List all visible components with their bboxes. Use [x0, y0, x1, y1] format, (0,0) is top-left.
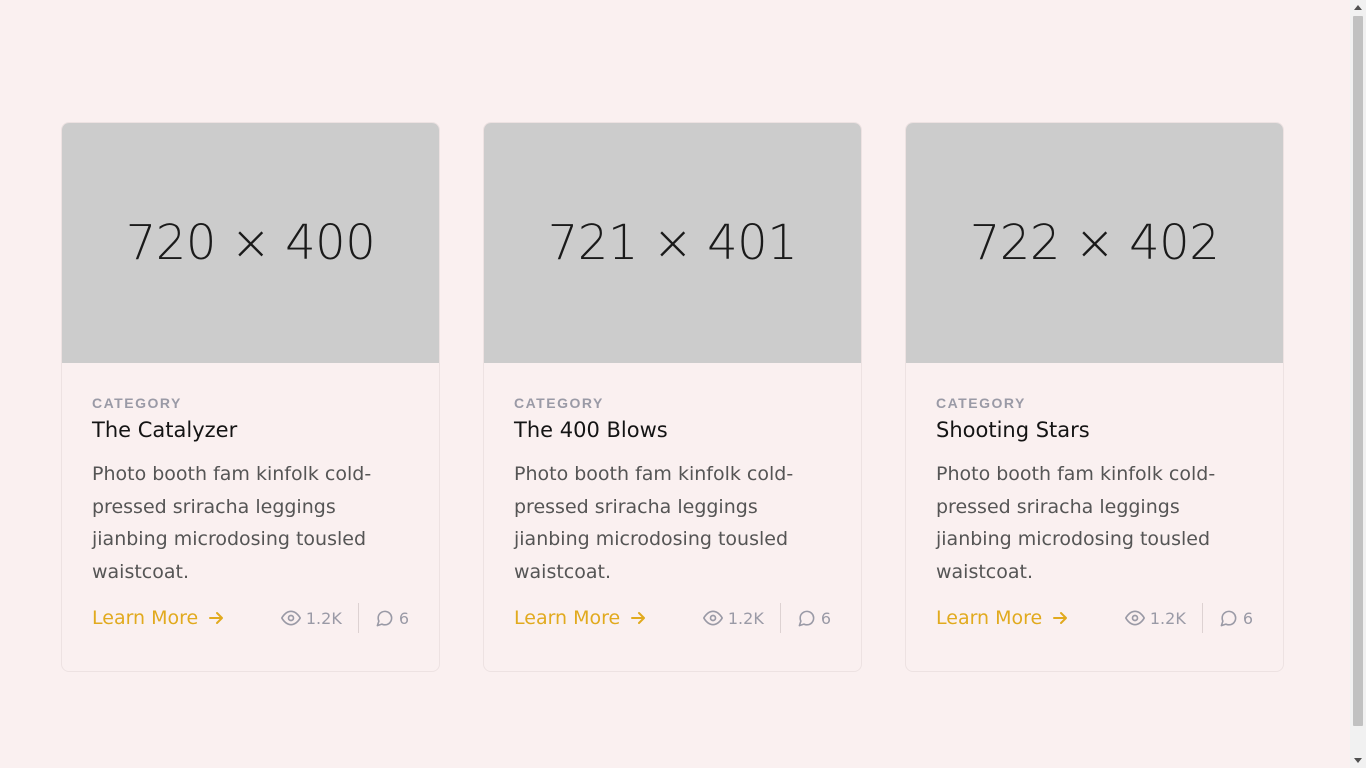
eye-icon: [702, 610, 723, 626]
card-body: CATEGORY The 400 Blows Photo booth fam k…: [484, 363, 861, 634]
card-body: CATEGORY The Catalyzer Photo booth fam k…: [62, 363, 439, 634]
comment-bubble-icon: [798, 610, 815, 626]
views-count: 1.2K: [1149, 608, 1186, 628]
card-title: Shooting Stars: [936, 418, 1090, 442]
comments-stat: 6: [797, 609, 831, 628]
card-category: CATEGORY: [514, 395, 604, 411]
card-image-placeholder: 720 × 400: [62, 123, 439, 363]
card: 722 × 402 CATEGORY Shooting Stars Photo …: [905, 122, 1284, 672]
learn-more-label: Learn More: [92, 607, 199, 629]
card-grid: 720 × 400 CATEGORY The Catalyzer Photo b…: [61, 122, 1284, 672]
learn-more-link[interactable]: Learn More: [92, 607, 224, 629]
vertical-scrollbar[interactable]: [1350, 0, 1366, 768]
comment-bubble-icon: [1220, 610, 1237, 626]
views-stat: 1.2K: [280, 608, 342, 628]
card-category: CATEGORY: [92, 395, 182, 411]
card-stats: 1.2K 6: [702, 603, 831, 633]
comments-stat: 6: [375, 609, 409, 628]
eye-icon: [280, 610, 301, 626]
card-stats: 1.2K 6: [1124, 603, 1253, 633]
views-count: 1.2K: [727, 608, 764, 628]
card-image-placeholder: 721 × 401: [484, 123, 861, 363]
card-description: Photo booth fam kinfolk cold-pressed sri…: [92, 463, 372, 583]
stats-divider: [1201, 603, 1203, 633]
learn-more-label: Learn More: [936, 607, 1043, 629]
scroll-up-arrow-icon[interactable]: [1354, 5, 1362, 10]
comments-count: 6: [820, 608, 831, 628]
card-title: The Catalyzer: [92, 418, 238, 442]
card-body: CATEGORY Shooting Stars Photo booth fam …: [906, 363, 1283, 634]
card-image-placeholder: 722 × 402: [906, 123, 1283, 363]
learn-more-link[interactable]: Learn More: [936, 607, 1068, 629]
comment-bubble-icon: [376, 610, 393, 626]
card-description: Photo booth fam kinfolk cold-pressed sri…: [936, 463, 1216, 583]
learn-more-link[interactable]: Learn More: [514, 607, 646, 629]
stats-divider: [779, 603, 781, 633]
comments-stat: 6: [1219, 609, 1253, 628]
comments-count: 6: [1242, 608, 1253, 628]
scroll-down-arrow-icon[interactable]: [1354, 758, 1362, 763]
card-footer: Learn More 1.2K 6: [514, 602, 831, 634]
arrow-right-icon: [1053, 612, 1068, 624]
card-footer: Learn More 1.2K 6: [936, 602, 1253, 634]
scrollbar-thumb[interactable]: [1353, 16, 1363, 726]
page: 720 × 400 CATEGORY The Catalyzer Photo b…: [0, 0, 1350, 768]
views-stat: 1.2K: [702, 608, 764, 628]
card-stats: 1.2K 6: [280, 603, 409, 633]
views-count: 1.2K: [305, 608, 342, 628]
card: 720 × 400 CATEGORY The Catalyzer Photo b…: [61, 122, 440, 672]
card-description: Photo booth fam kinfolk cold-pressed sri…: [514, 463, 794, 583]
comments-count: 6: [398, 608, 409, 628]
card-title: The 400 Blows: [514, 418, 668, 442]
learn-more-label: Learn More: [514, 607, 621, 629]
card: 721 × 401 CATEGORY The 400 Blows Photo b…: [483, 122, 862, 672]
card-category: CATEGORY: [936, 395, 1026, 411]
arrow-right-icon: [209, 612, 224, 624]
stats-divider: [357, 603, 359, 633]
card-footer: Learn More 1.2K 6: [92, 602, 409, 634]
arrow-right-icon: [631, 612, 646, 624]
views-stat: 1.2K: [1124, 608, 1186, 628]
eye-icon: [1124, 610, 1145, 626]
